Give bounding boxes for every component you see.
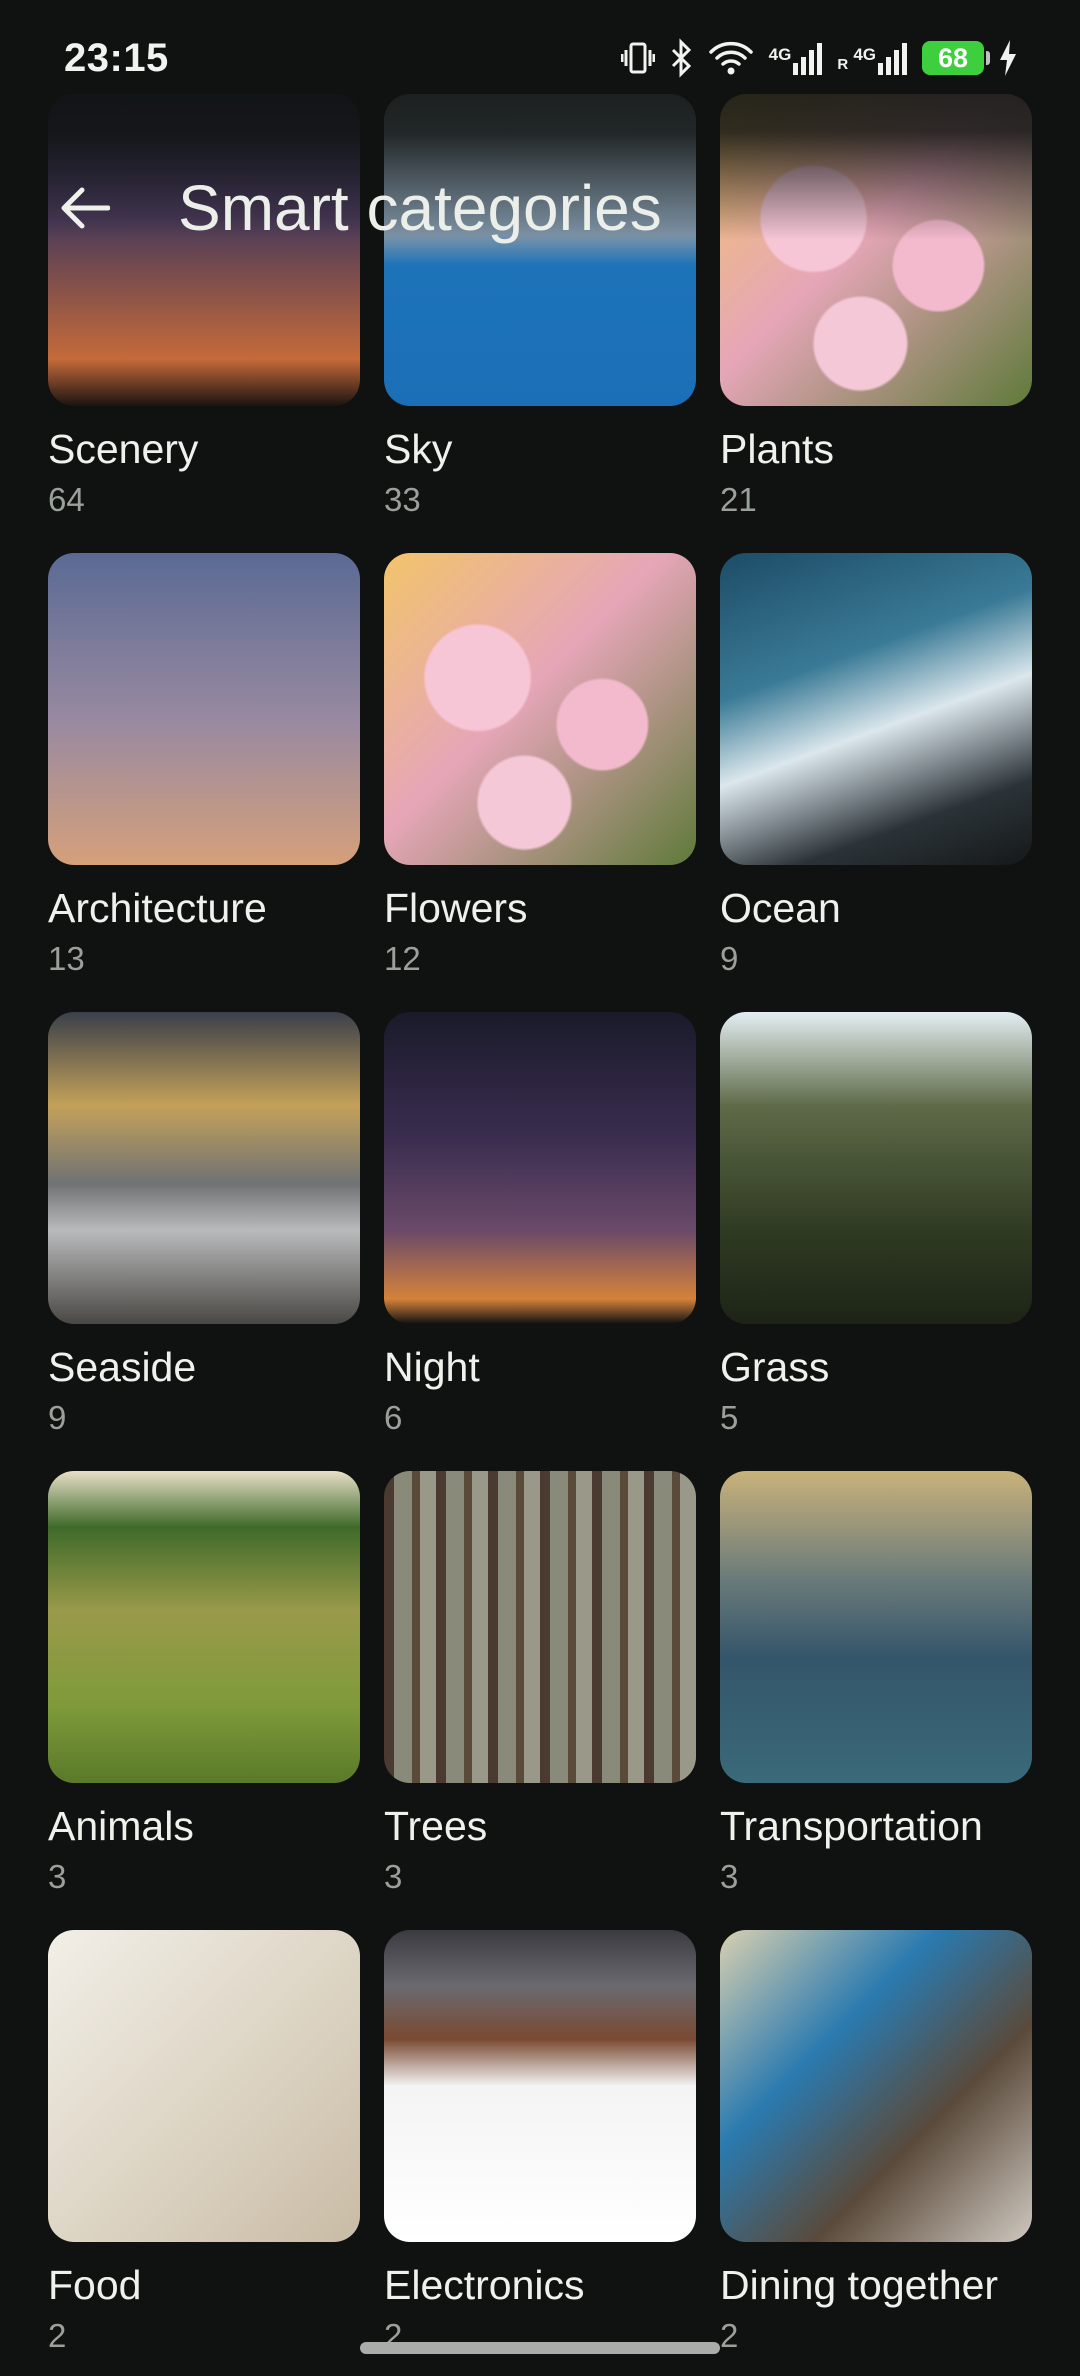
category-thumbnail	[48, 1930, 360, 2242]
back-button[interactable]	[34, 158, 134, 258]
category-food[interactable]: Food 2	[48, 1930, 360, 2354]
category-count: 5	[720, 1399, 739, 1436]
battery-percent: 68	[937, 42, 969, 73]
bluetooth-icon	[669, 38, 693, 78]
category-count: 13	[48, 940, 85, 977]
category-count: 64	[48, 481, 85, 518]
category-label: Electronics	[384, 2262, 585, 2308]
category-thumbnail	[384, 1930, 696, 2242]
category-label: Ocean	[720, 885, 841, 931]
category-thumbnail	[720, 1012, 1032, 1324]
category-label: Sky	[384, 426, 453, 472]
status-bar: 23:15 4G R 4G 68	[0, 0, 1080, 116]
category-dining-together[interactable]: Dining together 2	[720, 1930, 1032, 2354]
category-label: Architecture	[48, 885, 267, 931]
category-thumbnail	[720, 1930, 1032, 2242]
category-thumbnail	[384, 553, 696, 865]
roaming-indicator: R	[837, 56, 849, 73]
category-thumbnail	[720, 1471, 1032, 1783]
vibrate-icon	[620, 38, 655, 78]
category-count: 3	[384, 1858, 403, 1895]
category-trees[interactable]: Trees 3	[384, 1471, 696, 1895]
battery-icon: 68	[922, 41, 990, 75]
category-count: 9	[48, 1399, 67, 1436]
category-count: 12	[384, 940, 421, 977]
home-indicator[interactable]	[360, 2342, 720, 2354]
status-icons: 4G R 4G 68	[620, 38, 1018, 78]
category-count: 2	[48, 2317, 67, 2354]
header: Smart categories	[0, 148, 1080, 268]
category-thumbnail	[48, 1471, 360, 1783]
category-count: 9	[720, 940, 739, 977]
category-count: 33	[384, 481, 421, 518]
category-label: Plants	[720, 426, 834, 472]
category-label: Seaside	[48, 1344, 197, 1390]
charging-icon	[998, 38, 1018, 78]
category-label: Animals	[48, 1803, 194, 1849]
category-grass[interactable]: Grass 5	[720, 1012, 1032, 1436]
category-label: Grass	[720, 1344, 830, 1390]
category-thumbnail	[384, 1471, 696, 1783]
category-thumbnail	[720, 553, 1032, 865]
back-arrow-icon	[61, 187, 110, 229]
wifi-icon	[707, 38, 755, 78]
category-seaside[interactable]: Seaside 9	[48, 1012, 360, 1436]
network-type-2: 4G	[853, 45, 876, 64]
category-label: Night	[384, 1344, 480, 1390]
category-label: Transportation	[720, 1803, 983, 1849]
category-thumbnail	[48, 1012, 360, 1324]
category-ocean[interactable]: Ocean 9	[720, 553, 1032, 977]
category-animals[interactable]: Animals 3	[48, 1471, 360, 1895]
category-architecture[interactable]: Architecture 13	[48, 553, 360, 977]
category-count: 3	[48, 1858, 67, 1895]
category-count: 2	[720, 2317, 739, 2354]
category-transportation[interactable]: Transportation 3	[720, 1471, 1032, 1895]
signal-2-icon: R 4G	[837, 41, 908, 75]
status-time: 23:15	[64, 35, 169, 80]
category-flowers[interactable]: Flowers 12	[384, 553, 696, 977]
category-count: 3	[720, 1858, 739, 1895]
category-night[interactable]: Night 6	[384, 1012, 696, 1436]
category-thumbnail	[384, 1012, 696, 1324]
category-label: Dining together	[720, 2262, 999, 2308]
category-electronics[interactable]: Electronics 2	[384, 1930, 696, 2354]
category-count: 6	[384, 1399, 403, 1436]
category-label: Food	[48, 2262, 142, 2308]
category-label: Trees	[384, 1803, 488, 1849]
category-label: Scenery	[48, 426, 199, 472]
category-thumbnail	[48, 553, 360, 865]
network-type-1: 4G	[768, 45, 792, 64]
category-count: 21	[720, 481, 757, 518]
category-label: Flowers	[384, 885, 528, 931]
page-title: Smart categories	[178, 172, 662, 244]
signal-1-icon: 4G	[769, 41, 824, 75]
